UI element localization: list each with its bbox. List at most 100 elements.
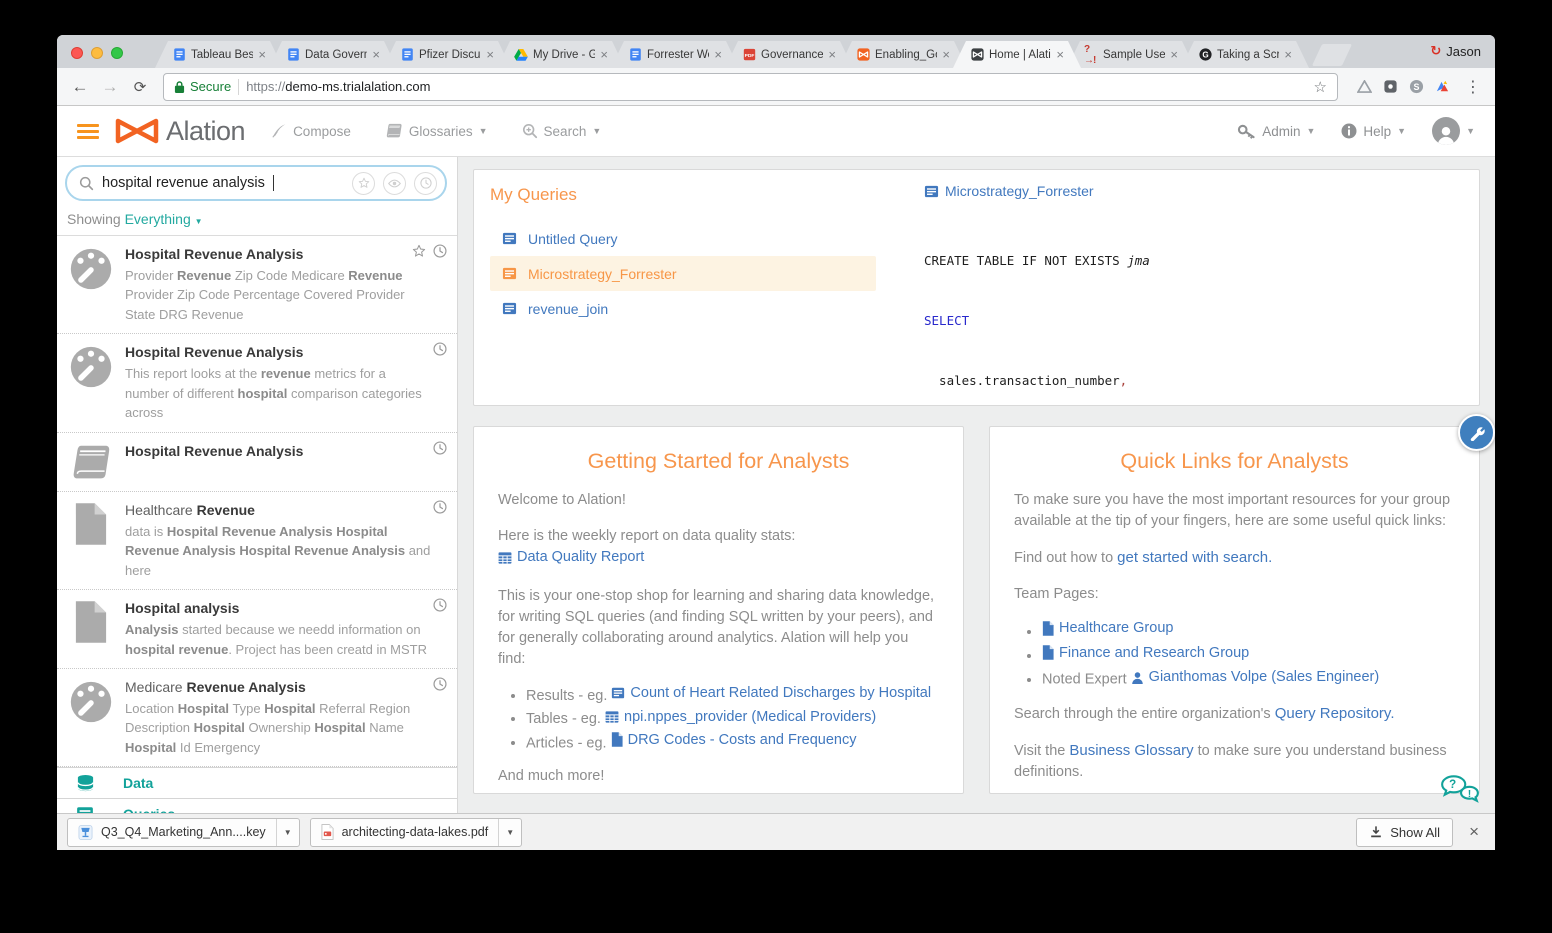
sidebar-item-data[interactable]: Data [57,767,457,798]
tab-forrester[interactable]: Forrester We [611,41,739,68]
query-item-untitled[interactable]: Untitled Query [490,221,876,256]
tab-sample-use[interactable]: Sample Use [1067,41,1195,68]
tab-pfizer[interactable]: Pfizer Discu [383,41,511,68]
my-queries-card: My Queries Untitled Query Microstrategy_… [473,169,1480,406]
chevron-down-icon[interactable] [195,217,203,226]
close-tab-icon[interactable] [828,48,836,61]
clock-icon[interactable] [433,244,447,258]
colorful-extension-icon[interactable] [1434,78,1451,95]
question-arrow-icon [1084,48,1098,62]
minimize-window-button[interactable] [91,47,103,59]
clock-icon[interactable] [433,598,447,612]
search-menu[interactable]: Search [522,123,602,139]
tab-tableau[interactable]: Tableau Bes [155,41,283,68]
admin-menu[interactable]: Admin [1237,123,1315,140]
close-tab-icon[interactable] [1170,48,1178,61]
close-tab-icon[interactable] [1284,48,1292,61]
back-button[interactable] [67,74,93,100]
document-page-icon [67,501,115,580]
reload-button[interactable] [127,74,153,100]
showing-filter-value[interactable]: Everything [125,211,191,227]
secure-indicator[interactable]: Secure [174,79,231,94]
business-glossary-link[interactable]: Business Glossary [1069,742,1193,759]
search-result[interactable]: Hospital Revenue Analysis This report lo… [57,334,457,432]
tab-home-alation-active[interactable]: Home | Alati [953,41,1081,68]
healthcare-group-link[interactable]: Healthcare Group [1042,620,1173,636]
download-item-keynote[interactable]: Q3_Q4_Marketing_Ann....key [67,818,300,847]
dark-square-extension-icon[interactable] [1382,78,1399,95]
tab-my-drive[interactable]: My Drive - G [497,41,625,68]
close-tab-icon[interactable] [258,48,266,61]
finance-research-group-link[interactable]: Finance and Research Group [1042,645,1249,661]
search-input[interactable]: hospital revenue analysis [65,165,447,201]
recent-filter-icon[interactable] [414,172,437,195]
info-icon [1341,123,1357,139]
bookmark-star-icon[interactable] [1314,78,1327,96]
new-tab-button[interactable] [1312,44,1352,66]
glossaries-menu[interactable]: Glossaries [385,123,488,139]
address-bar[interactable]: Secure https://demo-ms.trialalation.com [163,73,1338,101]
alation-logo[interactable]: Alation [115,116,245,147]
results-example-link[interactable]: Count of Heart Related Discharges by Hos… [611,685,931,701]
get-started-with-search-link[interactable]: get started with search. [1117,549,1272,566]
compose-button[interactable]: Compose [271,123,351,139]
watched-filter-icon[interactable] [383,172,406,195]
search-result[interactable]: Medicare Revenue Analysis Location Hospi… [57,669,457,767]
tab-label: My Drive - G [533,49,595,61]
browser-profile[interactable]: Jason [1430,43,1481,59]
hamburger-menu-icon[interactable] [77,124,99,139]
sql-line: SELECT [924,311,1469,331]
s-extension-icon[interactable] [1408,78,1425,95]
close-tab-icon[interactable] [486,48,494,61]
search-result[interactable]: Healthcare Revenue data is Hospital Reve… [57,492,457,590]
result-title: Hospital Revenue Analysis [125,343,433,362]
tables-example-link[interactable]: npi.nppes_provider (Medical Providers) [605,709,876,725]
search-result[interactable]: Hospital analysis Analysis started becau… [57,590,457,669]
drive-extension-icon[interactable] [1356,78,1373,95]
tab-data-govern[interactable]: Data Govern [269,41,397,68]
data-quality-report-link[interactable]: Data Quality Report [498,547,644,568]
forward-button[interactable] [97,74,123,100]
close-tab-icon[interactable] [714,48,722,61]
close-download-bar-icon[interactable] [1463,822,1485,842]
query-repository-link[interactable]: Query Repository. [1275,705,1395,722]
edit-panel-button[interactable] [1458,414,1495,451]
download-item-pdf[interactable]: architecting-data-lakes.pdf [310,818,523,847]
browser-menu-icon[interactable] [1461,77,1485,97]
query-preview-link[interactable]: Microstrategy_Forrester [924,183,1469,199]
download-options-button[interactable] [498,819,521,846]
close-tab-icon[interactable] [372,48,380,61]
get-started-line: Find out how to get started with search. [1014,547,1455,569]
close-tab-icon[interactable] [942,48,950,61]
search-query-text: hospital revenue analysis [102,175,265,191]
starred-filter-icon[interactable] [352,172,375,195]
download-options-button[interactable] [276,819,299,846]
articles-example-link[interactable]: DRG Codes - Costs and Frequency [611,732,857,748]
query-preview: Microstrategy_Forrester CREATE TABLE IF … [918,170,1479,405]
star-icon[interactable] [412,244,426,258]
google-doc-icon [400,48,414,62]
tab-enabling-go[interactable]: Enabling_Go [839,41,967,68]
feedback-chat-button[interactable] [1439,774,1481,811]
query-item-microstrategy-forrester[interactable]: Microstrategy_Forrester [490,256,876,291]
clock-icon[interactable] [433,342,447,356]
tab-taking-screenshot[interactable]: Taking a Scr [1181,41,1309,68]
report-icon [498,552,512,564]
sidebar-item-queries[interactable]: Queries [57,798,457,813]
fullscreen-window-button[interactable] [111,47,123,59]
user-menu[interactable] [1432,117,1475,145]
google-doc-icon [172,48,186,62]
clock-icon[interactable] [433,500,447,514]
help-menu[interactable]: Help [1341,123,1406,139]
show-all-downloads-button[interactable]: Show All [1356,818,1453,847]
noted-expert-link[interactable]: Gianthomas Volpe (Sales Engineer) [1131,669,1380,685]
close-tab-icon[interactable] [600,48,608,61]
tab-governance-pdf[interactable]: Governance_ [725,41,853,68]
clock-icon[interactable] [433,441,447,455]
query-item-revenue-join[interactable]: revenue_join [490,291,876,326]
close-window-button[interactable] [71,47,83,59]
close-tab-icon[interactable] [1056,48,1064,61]
search-result[interactable]: Hospital Revenue Analysis Provider Reven… [57,236,457,334]
clock-icon[interactable] [433,677,447,691]
search-result[interactable]: Hospital Revenue Analysis [57,433,457,492]
